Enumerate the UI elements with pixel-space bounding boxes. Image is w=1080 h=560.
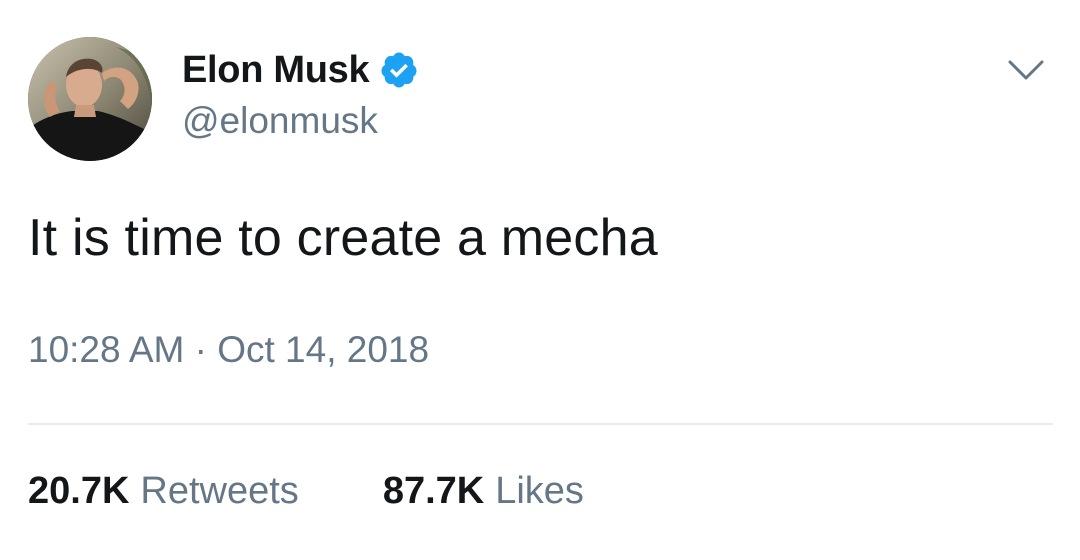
retweets-count: 20.7K — [28, 470, 130, 512]
verified-badge-icon — [379, 50, 419, 90]
tweet-card: Elon Musk @elonmusk It is time to create… — [0, 0, 1080, 560]
engagement-stats: 20.7K Retweets 87.7K Likes — [28, 470, 584, 513]
avatar-photo-icon — [28, 37, 152, 161]
author-display-name[interactable]: Elon Musk — [182, 49, 370, 92]
retweets-stat[interactable]: 20.7K Retweets — [28, 470, 299, 513]
likes-label: Likes — [495, 470, 584, 512]
retweets-label: Retweets — [140, 470, 299, 512]
likes-stat[interactable]: 87.7K Likes — [383, 470, 584, 513]
likes-count: 87.7K — [382, 470, 485, 512]
avatar[interactable] — [28, 37, 152, 161]
divider — [28, 423, 1053, 425]
author-handle[interactable]: @elonmusk — [182, 100, 378, 142]
tweet-text: It is time to create a mecha — [28, 209, 658, 267]
chevron-down-icon[interactable] — [1004, 52, 1048, 88]
author-name-row: Elon Musk — [182, 46, 419, 94]
tweet-timestamp[interactable]: 10:28 AM · Oct 14, 2018 — [28, 329, 429, 371]
